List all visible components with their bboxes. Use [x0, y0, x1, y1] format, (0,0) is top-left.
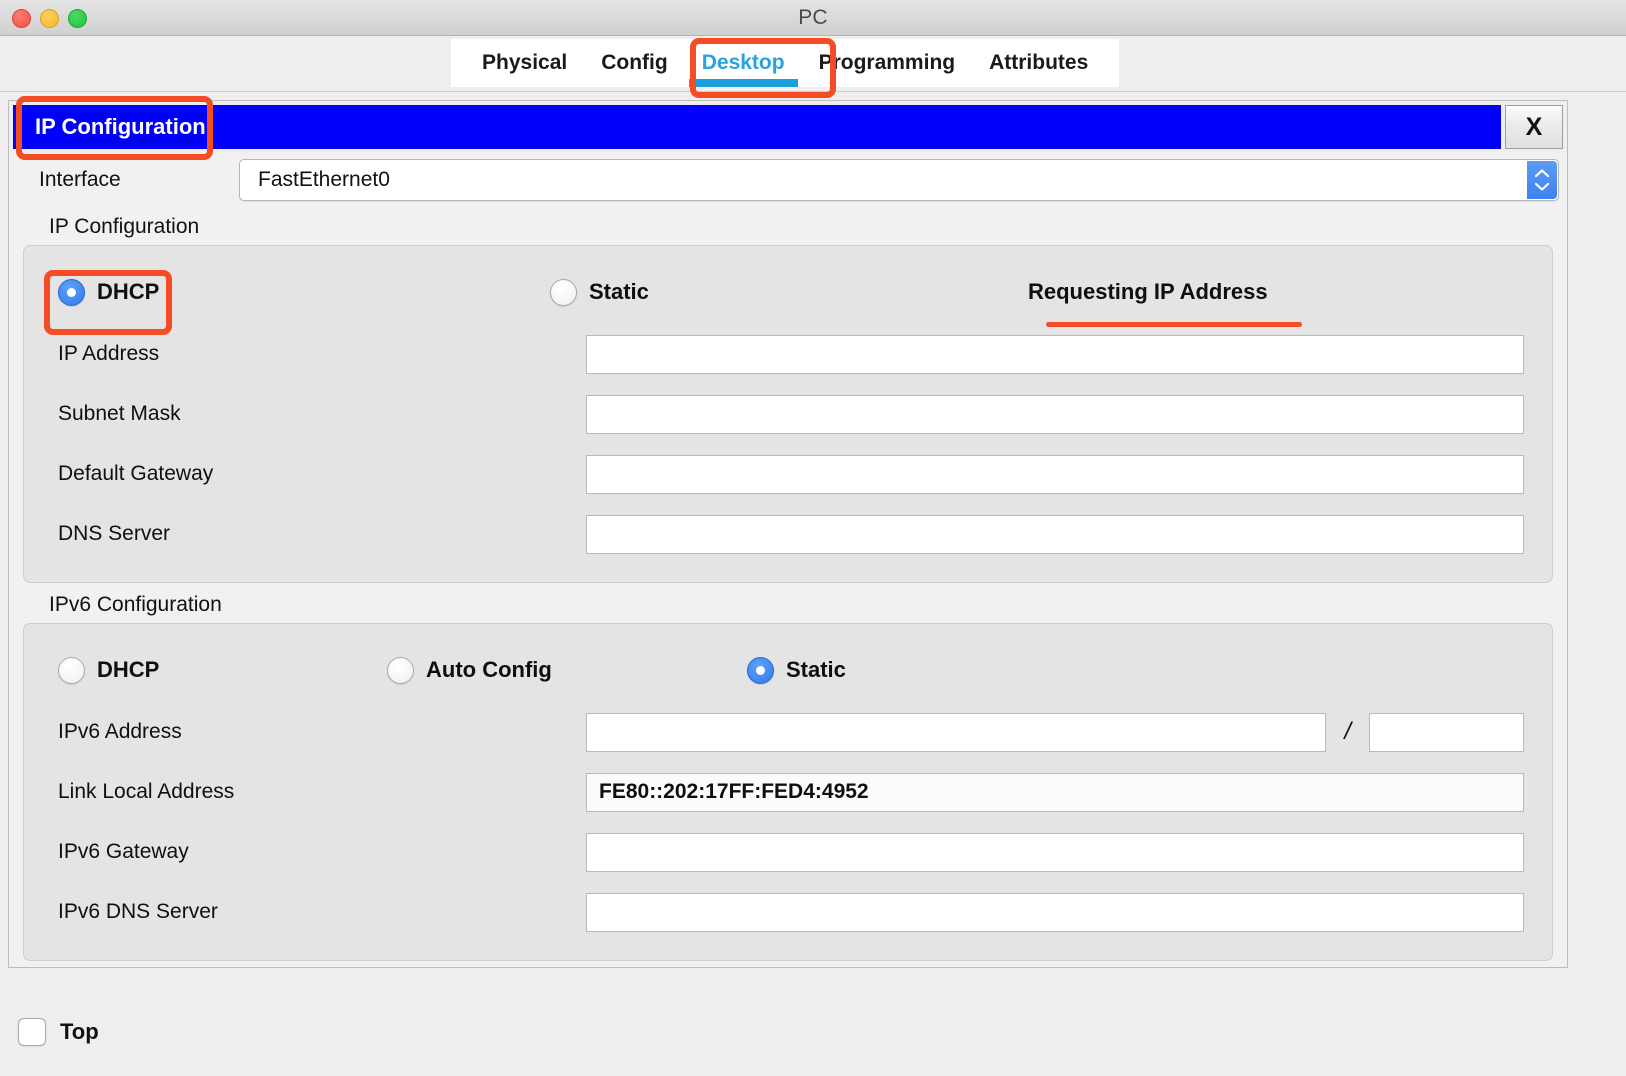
ipv6-address-row: IPv6 Address /: [24, 702, 1552, 762]
ip-configuration-panel: IP Configuration X Interface FastEtherne…: [8, 100, 1568, 968]
interface-row: Interface FastEthernet0: [9, 153, 1567, 207]
default-gateway-label: Default Gateway: [58, 462, 586, 486]
dns-server-row: DNS Server: [24, 504, 1552, 564]
ipv6-gateway-label: IPv6 Gateway: [58, 840, 586, 864]
panel-close-button[interactable]: X: [1505, 105, 1563, 149]
subnet-mask-label: Subnet Mask: [58, 402, 586, 426]
radio-icon-ipv4-dhcp[interactable]: [58, 279, 85, 306]
radio-icon-ipv4-static[interactable]: [550, 279, 577, 306]
ipv6-address-label: IPv6 Address: [58, 720, 586, 744]
footer-bar: Top: [0, 988, 1626, 1076]
ipv6-dhcp-option[interactable]: DHCP: [58, 657, 387, 684]
radio-icon-ipv6-dhcp[interactable]: [58, 657, 85, 684]
tab-desktop[interactable]: Desktop: [685, 39, 802, 87]
tab-bar: Physical Config Desktop Programming Attr…: [451, 39, 1119, 87]
ipv6-dns-server-row: IPv6 DNS Server: [24, 882, 1552, 942]
ipv6-gateway-row: IPv6 Gateway: [24, 822, 1552, 882]
ipv6-prefix-input[interactable]: [1369, 713, 1524, 752]
ipv4-mode-row: DHCP Static Requesting IP Address: [24, 260, 1552, 324]
tab-config[interactable]: Config: [584, 39, 684, 87]
panel-title: IP Configuration: [35, 114, 206, 140]
tabbar-region: Physical Config Desktop Programming Attr…: [0, 36, 1626, 92]
tab-attributes[interactable]: Attributes: [972, 39, 1105, 87]
ipv4-dhcp-label: DHCP: [97, 279, 159, 305]
ipv6-dns-server-label: IPv6 DNS Server: [58, 900, 586, 924]
interface-dropdown[interactable]: FastEthernet0: [239, 159, 1559, 201]
ipv6-dhcp-label: DHCP: [97, 657, 159, 683]
ipv6-group-body: DHCP Auto Config Static IPv6 Address / L…: [23, 623, 1553, 961]
annotation-requesting-ip-address: [1046, 322, 1302, 327]
ip-address-row: IP Address: [24, 324, 1552, 384]
window-title: PC: [0, 6, 1626, 30]
ipv4-dhcp-option[interactable]: DHCP: [58, 279, 550, 306]
ipv4-static-label: Static: [589, 279, 649, 305]
ipv6-group: IPv6 Configuration DHCP Auto Config Stat…: [23, 589, 1553, 961]
ipv6-static-label: Static: [786, 657, 846, 683]
minimize-window-icon[interactable]: [40, 9, 59, 28]
default-gateway-input[interactable]: [586, 455, 1524, 494]
chevron-updown-icon[interactable]: [1527, 161, 1557, 199]
ipv4-group-body: DHCP Static Requesting IP Address IP Add…: [23, 245, 1553, 583]
subnet-mask-row: Subnet Mask: [24, 384, 1552, 444]
dns-server-label: DNS Server: [58, 522, 586, 546]
traffic-light-group: [12, 0, 87, 36]
tab-physical[interactable]: Physical: [465, 39, 584, 87]
link-local-address-label: Link Local Address: [58, 780, 586, 804]
ipv4-group: IP Configuration DHCP Static Requesting …: [23, 211, 1553, 583]
ipv4-static-option[interactable]: Static: [550, 279, 1028, 306]
ipv6-group-title: IPv6 Configuration: [23, 589, 1553, 623]
tab-programming[interactable]: Programming: [802, 39, 973, 87]
ipv6-gateway-input[interactable]: [586, 833, 1524, 872]
ipv6-autoconfig-label: Auto Config: [426, 657, 552, 683]
subnet-mask-input[interactable]: [586, 395, 1524, 434]
ipv6-prefix-separator: /: [1326, 718, 1369, 746]
ipv6-autoconfig-option[interactable]: Auto Config: [387, 657, 747, 684]
radio-icon-ipv6-autoconfig[interactable]: [387, 657, 414, 684]
ipv6-mode-row: DHCP Auto Config Static: [24, 638, 1552, 702]
top-checkbox[interactable]: [18, 1018, 46, 1046]
window-titlebar: PC: [0, 0, 1626, 36]
ipv6-dns-server-input[interactable]: [586, 893, 1524, 932]
interface-selected-value: FastEthernet0: [240, 168, 390, 192]
radio-icon-ipv6-static[interactable]: [747, 657, 774, 684]
panel-header: IP Configuration X: [9, 101, 1567, 153]
close-window-icon[interactable]: [12, 9, 31, 28]
ipv6-address-input[interactable]: [586, 713, 1326, 752]
interface-label: Interface: [39, 168, 239, 192]
ipv4-status-text: Requesting IP Address: [1028, 279, 1268, 305]
default-gateway-row: Default Gateway: [24, 444, 1552, 504]
maximize-window-icon[interactable]: [68, 9, 87, 28]
dns-server-input[interactable]: [586, 515, 1524, 554]
ipv4-group-title: IP Configuration: [23, 211, 1553, 245]
link-local-address-row: Link Local Address FE80::202:17FF:FED4:4…: [24, 762, 1552, 822]
ip-address-label: IP Address: [58, 342, 586, 366]
panel-title-bar: IP Configuration: [13, 105, 1501, 149]
ipv6-static-option[interactable]: Static: [747, 657, 846, 684]
top-checkbox-label: Top: [60, 1019, 99, 1045]
ip-address-input[interactable]: [586, 335, 1524, 374]
link-local-address-value: FE80::202:17FF:FED4:4952: [586, 773, 1524, 812]
